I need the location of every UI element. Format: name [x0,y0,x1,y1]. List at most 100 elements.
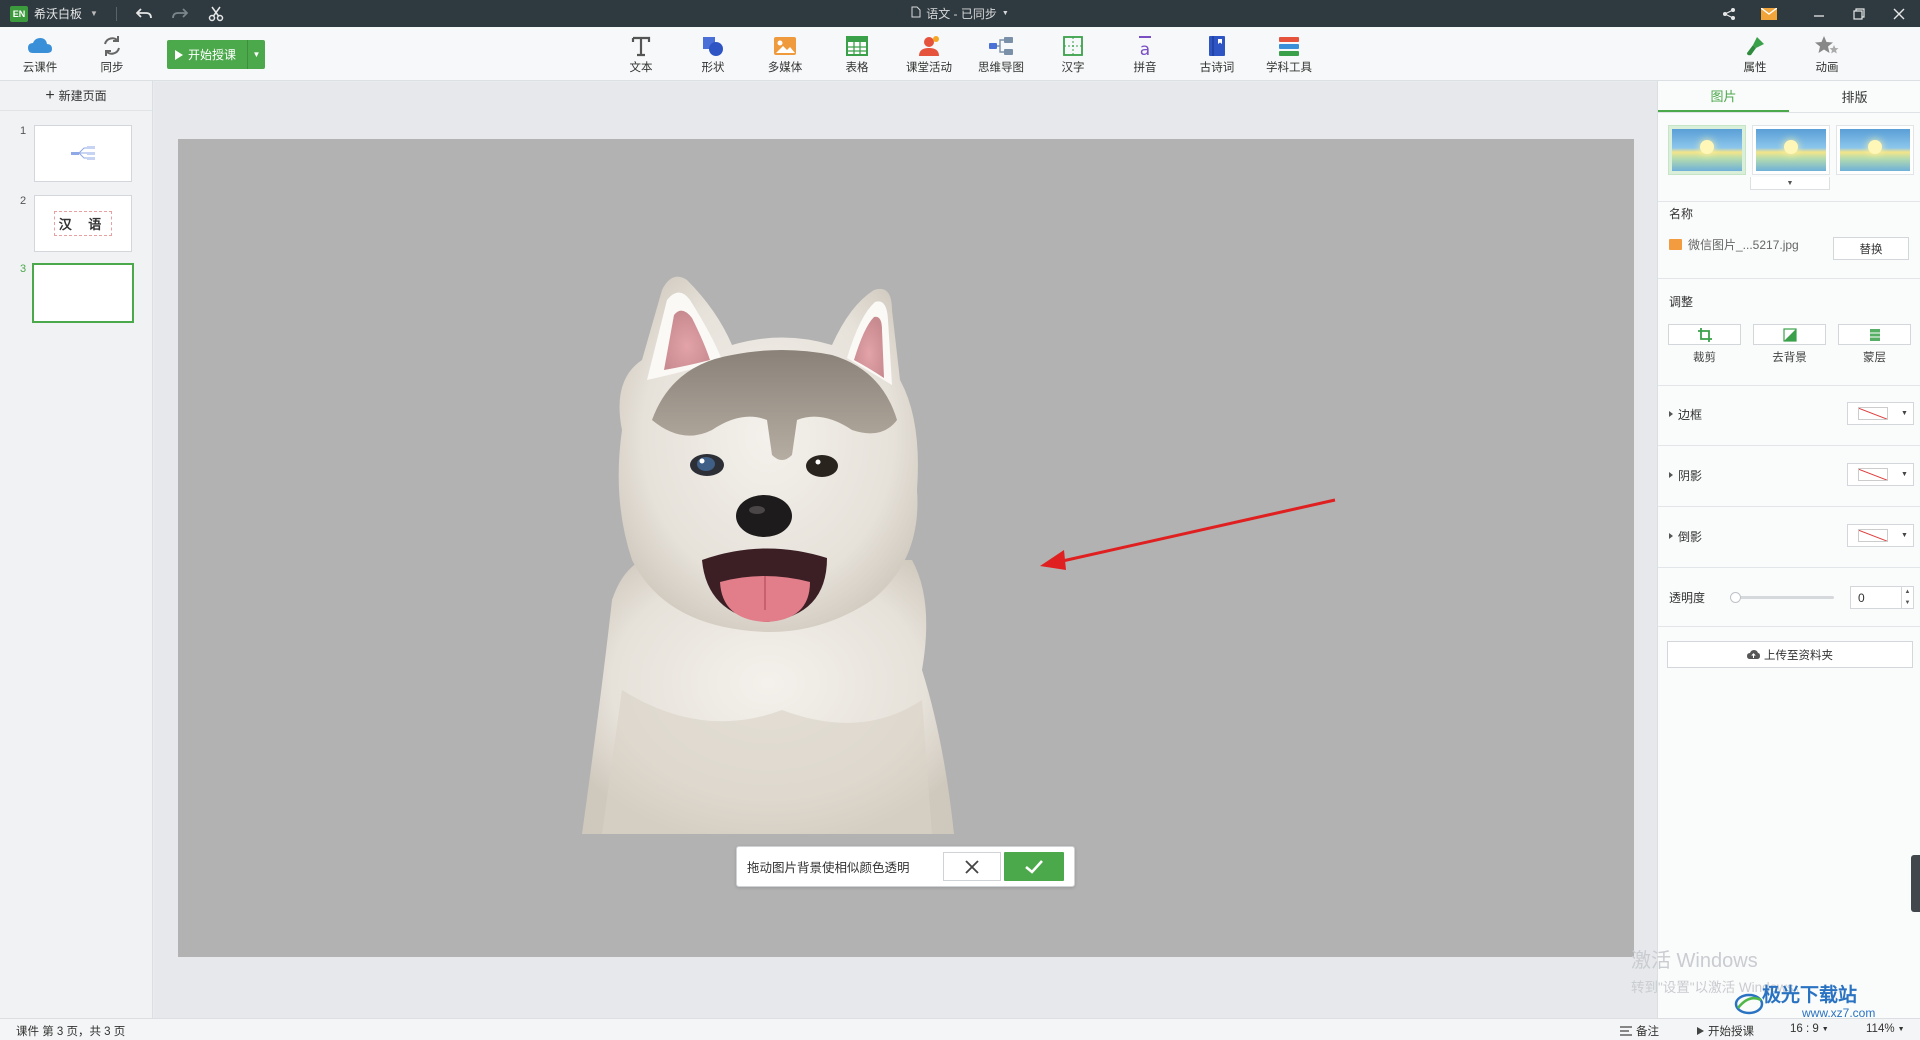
minimize-icon[interactable] [1808,3,1830,25]
sync-icon [98,33,126,59]
expand-triangle-icon [1669,411,1673,417]
picture-style-3[interactable] [1836,125,1914,175]
border-label: 边框 [1678,407,1703,422]
cancel-button[interactable] [943,852,1001,881]
no-color-swatch [1858,529,1888,542]
restore-icon[interactable] [1848,3,1870,25]
shadow-label: 阴影 [1678,468,1703,483]
tool-table-label: 表格 [845,62,869,74]
cloud-icon [26,33,54,59]
tool-pinyin-button[interactable]: a 拼音 [1117,33,1173,75]
share-icon[interactable] [1718,3,1740,25]
tool-mindmap-button[interactable]: 思维导图 [973,33,1029,75]
page-2-thumb-text: 汉 语 [53,211,113,236]
properties-button[interactable]: 属性 [1727,33,1783,75]
tool-shape-label: 形状 [701,62,725,74]
opacity-input[interactable]: 0 [1850,586,1902,609]
checkmark-icon [1025,859,1043,874]
animation-label: 动画 [1815,62,1839,74]
status-bar: 课件 第 3 页，共 3 页 备注 开始授课 16 : 9 ▼ 114% ▼ [0,1018,1920,1040]
reflection-row[interactable]: 倒影 ▼ [1669,524,1914,548]
close-icon[interactable] [1888,3,1910,25]
tool-table-button[interactable]: 表格 [829,33,885,75]
page-number: 1 [20,125,27,137]
dropdown-caret-icon: ▼ [1901,532,1908,539]
status-start-teaching-button[interactable]: 开始授课 [1697,1023,1754,1039]
sync-button[interactable]: 同步 [84,33,140,75]
notes-label: 备注 [1636,1026,1659,1038]
opacity-slider-track[interactable] [1732,596,1834,599]
page-list-panel: + 新建页面 1 2 汉 语 3 [0,81,153,1018]
divider [1658,278,1920,279]
aspect-ratio-value: 16 : 9 [1790,1023,1819,1035]
dog-image[interactable] [582,270,982,837]
shadow-color-select[interactable]: ▼ [1847,463,1914,486]
picture-style-2[interactable] [1752,125,1830,175]
tool-mindmap-label: 思维导图 [978,62,1024,74]
confirm-button[interactable] [1004,852,1064,881]
tool-subject-button[interactable]: 学科工具 [1261,33,1317,75]
tool-shape-button[interactable]: 形状 [685,33,741,75]
replace-button[interactable]: 替换 [1833,237,1909,260]
remove-background-button[interactable]: 去背景 [1753,324,1826,365]
cloud-courseware-button[interactable]: 云课件 [12,33,68,75]
notes-icon [1620,1026,1632,1036]
document-title[interactable]: 语文 - 已同步 [926,5,997,22]
svg-text:a: a [1140,40,1150,58]
subject-tools-icon [1275,33,1303,59]
play-icon [1697,1027,1704,1035]
aspect-ratio-select[interactable]: 16 : 9 ▼ [1790,1023,1829,1035]
more-styles-dropdown-icon[interactable]: ▼ [1750,177,1830,190]
page-2-preview[interactable]: 汉 语 [34,195,132,252]
page-1-preview[interactable] [34,125,132,182]
panel-tabs: 图片 排版 [1658,81,1920,113]
upload-to-folder-button[interactable]: 上传至资料夹 [1667,641,1913,668]
tool-media-button[interactable]: 多媒体 [757,33,813,75]
tool-text-button[interactable]: 文本 [613,33,669,75]
opacity-slider-handle[interactable] [1730,592,1741,603]
scissors-icon[interactable] [205,3,227,25]
page-info: 课件 第 3 页，共 3 页 [16,1026,126,1038]
mask-button[interactable]: 蒙层 [1838,324,1911,365]
file-name-row: 微信图片_...5217.jpg [1669,236,1799,253]
border-color-select[interactable]: ▼ [1847,402,1914,425]
close-x-icon [965,859,979,874]
start-teaching-button[interactable]: 开始授课 ▼ [167,40,265,69]
divider [1658,201,1920,202]
expand-triangle-icon [1669,472,1673,478]
tab-layout[interactable]: 排版 [1789,81,1920,112]
app-name[interactable]: 希沃白板 [34,5,82,22]
tool-pinyin-label: 拼音 [1133,62,1157,74]
opacity-stepper[interactable]: ▲ ▼ [1902,586,1914,609]
divider [1658,445,1920,446]
crop-button[interactable]: 裁剪 [1668,324,1741,365]
new-page-button[interactable]: + 新建页面 [0,81,152,111]
reflection-color-select[interactable]: ▼ [1847,524,1914,547]
tool-poetry-button[interactable]: 古诗词 [1189,33,1245,75]
side-scroll-handle[interactable] [1911,855,1920,912]
image-file-icon [1669,239,1682,250]
doc-title-caret-icon[interactable]: ▼ [1002,10,1009,17]
picture-style-1[interactable] [1668,125,1746,175]
animation-button[interactable]: 动画 [1799,33,1855,75]
border-row[interactable]: 边框 ▼ [1669,402,1914,426]
tool-activity-button[interactable]: 课堂活动 [901,33,957,75]
notes-button[interactable]: 备注 [1620,1023,1659,1039]
tool-subject-label: 学科工具 [1266,62,1312,74]
classroom-activity-icon [915,33,943,59]
page-3-preview[interactable] [32,263,134,323]
shadow-row[interactable]: 阴影 ▼ [1669,463,1914,487]
tab-picture[interactable]: 图片 [1658,81,1789,112]
undo-icon[interactable] [133,3,155,25]
name-section-label: 名称 [1669,207,1694,221]
redo-icon[interactable] [169,3,191,25]
doc-icon [911,6,921,21]
start-options-dropdown-icon[interactable]: ▼ [247,40,265,69]
mail-icon[interactable] [1758,3,1780,25]
aurora-logo-icon [1734,993,1764,1015]
adjust-section-label: 调整 [1669,295,1694,309]
app-menu-caret-icon[interactable]: ▼ [90,9,98,18]
tool-hanzi-button[interactable]: 汉字 [1045,33,1101,75]
zoom-select[interactable]: 114% ▼ [1866,1023,1905,1035]
opacity-row: 透明度 0 ▲ ▼ [1669,586,1914,609]
